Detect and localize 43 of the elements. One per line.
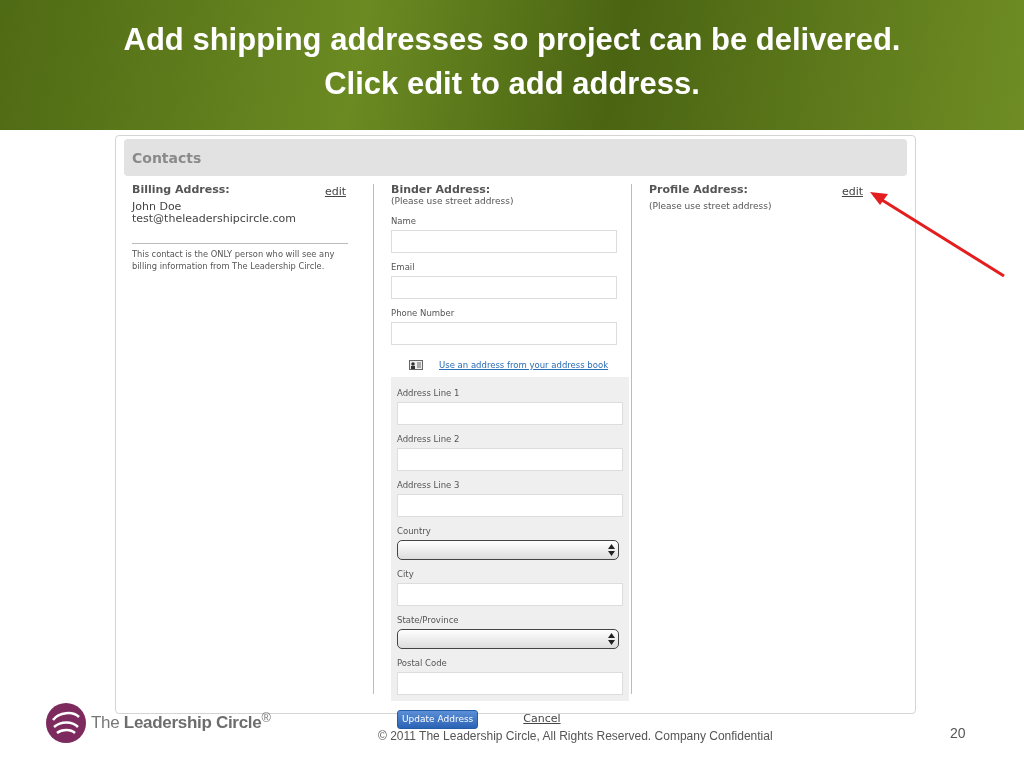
- address-heading: Profile Address:: [649, 184, 748, 198]
- field-label: State/Province: [397, 614, 460, 626]
- select-field[interactable]: [397, 628, 619, 649]
- edit-link[interactable]: edit: [324, 184, 346, 201]
- logo-text: The Leadership Circle$^{®}$: [91, 710, 271, 735]
- input-field[interactable]: [391, 230, 617, 253]
- contact-detail: test@theleadershipcircle.com: [132, 212, 297, 225]
- contact-detail: John Doe: [132, 200, 183, 213]
- field-label: Country: [397, 525, 432, 537]
- slide-title: Click edit to add address.: [323, 65, 701, 103]
- field-label: City: [397, 568, 415, 580]
- address-heading: Binder Address:: [391, 184, 491, 196]
- field-label: Address Line 2: [397, 433, 461, 445]
- billing-note: This contact is the ONLY person who will see any billing information from The Leadership Circle.: [132, 242, 348, 272]
- input-field[interactable]: [397, 447, 623, 471]
- updown-arrows-icon: [608, 543, 615, 556]
- field-label: Postal Code: [397, 657, 448, 669]
- panel-title: Contacts: [132, 150, 202, 166]
- field-label: Address Line 1: [397, 387, 461, 399]
- address-heading: Billing Address:: [132, 184, 230, 198]
- address-hint: (Please use street address): [649, 200, 773, 212]
- slide-title: Add shipping addresses so project can be delivered.: [122, 21, 902, 59]
- field-label: Name: [391, 216, 418, 227]
- input-field[interactable]: [397, 493, 623, 517]
- page-number: 20: [950, 724, 966, 743]
- input-field[interactable]: [397, 671, 623, 695]
- input-field[interactable]: [397, 582, 623, 606]
- logo-icon: [45, 702, 87, 744]
- address-book-link[interactable]: Use an address from your address book: [439, 359, 609, 372]
- input-field[interactable]: [391, 276, 617, 299]
- update-address-button[interactable]: Update Address: [397, 709, 479, 730]
- updown-arrows-icon: [608, 632, 615, 645]
- edit-link[interactable]: edit: [841, 184, 863, 201]
- field-label: Email: [391, 262, 416, 273]
- copyright-text: © 2011 The Leadership Circle, All Rights Reserved. Company Confidential: [378, 728, 773, 745]
- input-field[interactable]: [391, 322, 617, 345]
- address-book-icon: [409, 360, 423, 371]
- cancel-link[interactable]: Cancel: [523, 711, 561, 728]
- field-label: Phone Number: [391, 308, 456, 319]
- input-field[interactable]: [397, 401, 623, 425]
- select-field[interactable]: [397, 539, 619, 560]
- field-label: Address Line 3: [397, 479, 461, 491]
- address-hint: (Please use street address): [391, 196, 515, 207]
